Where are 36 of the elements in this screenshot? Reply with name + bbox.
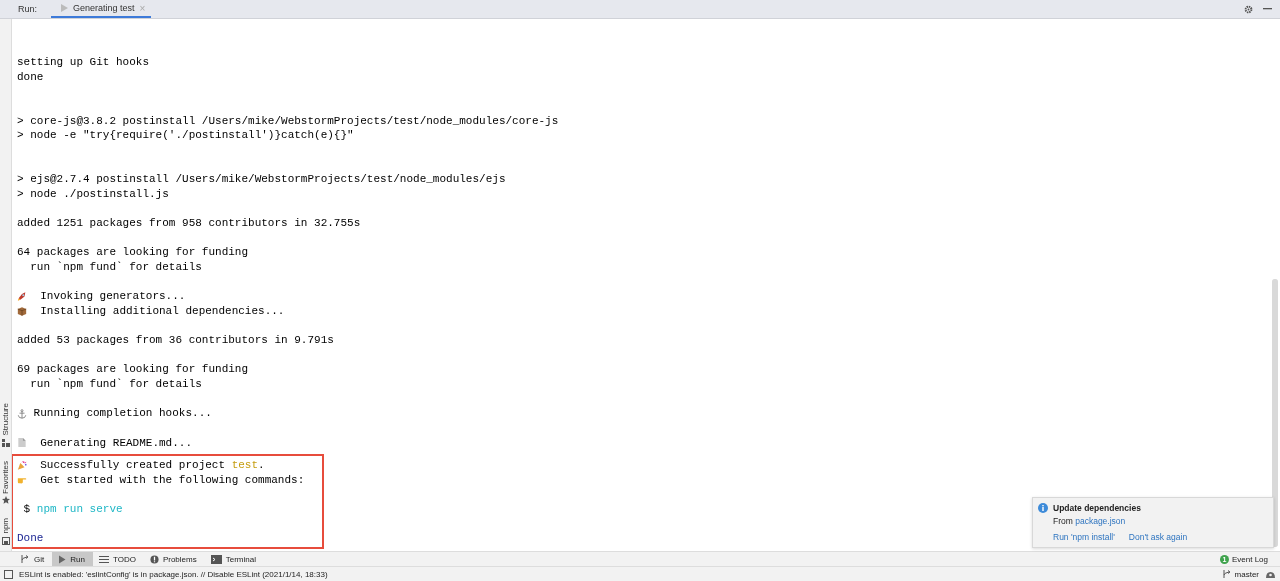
console-line: > core-js@3.8.2 postinstall /Users/mike/WebstormProjects/test/node_modules/core-js: [17, 113, 559, 129]
tool-window-button[interactable]: Terminal: [204, 552, 264, 566]
done-message: Done: [17, 531, 44, 546]
notification-action[interactable]: Don't ask again: [1128, 532, 1188, 542]
notification-action[interactable]: Run 'npm install': [1053, 532, 1115, 542]
console-line: Generating README.md...: [39, 435, 193, 451]
tool-window-button[interactable]: Git: [14, 552, 53, 566]
notification-text: From package.json: [1053, 516, 1127, 526]
console-line: done: [17, 69, 44, 85]
console-line: Successfully created project test.: [39, 457, 265, 473]
tool-window-tab[interactable]: npm: [1, 518, 10, 534]
tool-window-button[interactable]: TODO: [92, 552, 144, 566]
status-message: ESLint is enabled: 'eslintConfig' is in package.json. // Disable ESLint (2021/1/14, 18:33): [19, 569, 328, 579]
console-line: added 53 packages from 36 contributors in 9.791s: [17, 333, 334, 348]
console-line: run `npm fund` for details: [29, 259, 202, 275]
tool-window-tab[interactable]: Favorites: [1, 460, 10, 494]
console-line: Invoking generators...: [39, 289, 186, 304]
console-line: setting up Git hooks: [17, 55, 150, 70]
console-line: > node ./postinstall.js: [17, 186, 169, 202]
run-label: Run:: [17, 3, 38, 16]
tool-window-button[interactable]: Run: [52, 552, 93, 566]
console-line: Get started with the following commands:: [39, 472, 305, 488]
branch-widget[interactable]: master: [1221, 569, 1259, 579]
file-link[interactable]: package.json: [1075, 516, 1126, 526]
notification-title: Update dependencies: [1053, 503, 1141, 513]
console-line: 64 packages are looking for funding: [17, 245, 249, 260]
console-line: > ejs@2.7.4 postinstall /Users/mike/WebstormProjects/test/node_modules/ejs: [17, 172, 506, 187]
console-line: run `npm fund` for details: [29, 377, 202, 392]
console-line: Running completion hooks...: [32, 406, 212, 422]
command-line: $ npm run serve: [22, 501, 123, 517]
console-line: Installing additional dependencies...: [39, 303, 285, 319]
tool-window-button[interactable]: Problems: [143, 552, 205, 566]
console-line: 69 packages are looking for funding: [17, 362, 249, 378]
tool-window-tab[interactable]: Structure: [1, 403, 10, 436]
console-line: > node -e "try{require('./postinstall')}catch(e){}": [17, 128, 354, 143]
console-line: added 1251 packages from 958 contributors in 32.755s: [17, 216, 361, 231]
